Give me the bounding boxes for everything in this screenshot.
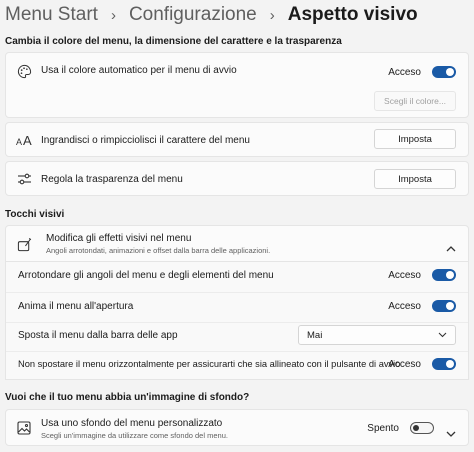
chevron-down-icon — [438, 330, 447, 341]
custom-background-state: Spento — [367, 422, 399, 434]
no-horizontal-state: Acceso — [388, 358, 421, 370]
palette-icon — [16, 63, 32, 79]
font-size-label: Ingrandisci o rimpicciolisci il caratter… — [41, 135, 250, 146]
no-horizontal-toggle-group: Acceso — [388, 358, 456, 370]
section-title-visual: Tocchi visivi — [5, 209, 65, 220]
font-size-icon: AA — [16, 132, 32, 148]
custom-background-sublabel: Scegli un'immagine da utilizzare come sf… — [41, 431, 228, 440]
svg-text:A: A — [16, 137, 22, 147]
image-icon — [16, 420, 32, 436]
round-corners-toggle-group: Acceso — [388, 269, 456, 281]
chevron-down-icon[interactable] — [446, 425, 456, 443]
offset-label: Sposta il menu dalla barra delle app — [18, 330, 178, 341]
font-size-set-button[interactable]: Imposta — [374, 129, 456, 149]
breadcrumb: Menu Start › Configurazione › Aspetto vi… — [5, 2, 418, 28]
paintbrush-icon — [16, 236, 32, 252]
custom-background-card[interactable]: Usa uno sfondo del menu personalizzato S… — [5, 409, 469, 446]
transparency-card: Regola la trasparenza del menu Imposta — [5, 161, 469, 196]
auto-color-toggle[interactable] — [432, 66, 456, 78]
offset-dropdown-value: Mai — [307, 329, 323, 341]
auto-color-state: Acceso — [388, 66, 421, 78]
page-title: Aspetto visivo — [287, 4, 418, 25]
divider — [6, 351, 468, 352]
animate-menu-toggle-group: Acceso — [388, 300, 456, 312]
no-horizontal-label: Non spostare il menu orizzontalmente per… — [18, 359, 401, 369]
breadcrumb-separator: › — [269, 6, 275, 24]
offset-dropdown[interactable]: Mai — [298, 325, 456, 345]
pick-color-button[interactable]: Scegli il colore... — [374, 91, 456, 111]
visual-effects-expander[interactable]: Modifica gli effetti visivi nel menu Ang… — [5, 225, 469, 262]
animate-menu-state: Acceso — [388, 300, 421, 312]
section-title-colors: Cambia il colore del menu, la dimensione… — [5, 36, 342, 47]
auto-color-label: Usa il colore automatico per il menu di … — [41, 65, 237, 76]
visual-effects-label: Modifica gli effetti visivi nel menu — [46, 233, 192, 244]
visual-effects-sublabel: Angoli arrotondati, animazioni e offset … — [46, 246, 271, 255]
no-horizontal-toggle[interactable] — [432, 358, 456, 370]
transparency-set-button[interactable]: Imposta — [374, 169, 456, 189]
animate-menu-label: Anima il menu all'apertura — [18, 301, 134, 312]
font-size-card: AA Ingrandisci o rimpicciolisci il carat… — [5, 122, 469, 157]
round-corners-label: Arrotondare gli angoli del menu e degli … — [18, 270, 274, 281]
custom-background-toggle[interactable] — [410, 422, 434, 434]
animate-menu-toggle[interactable] — [432, 300, 456, 312]
custom-background-toggle-group: Spento — [367, 422, 434, 434]
svg-text:A: A — [23, 133, 32, 147]
breadcrumb-separator: › — [110, 6, 116, 24]
section-title-background: Vuoi che il tuo menu abbia un'immagine d… — [5, 392, 250, 403]
breadcrumb-configuration[interactable]: Configurazione — [129, 4, 257, 26]
chevron-up-icon[interactable] — [446, 239, 456, 257]
breadcrumb-start-menu[interactable]: Menu Start — [5, 4, 98, 26]
round-corners-toggle[interactable] — [432, 269, 456, 281]
auto-color-card: Usa il colore automatico per il menu di … — [5, 52, 469, 118]
round-corners-state: Acceso — [388, 269, 421, 281]
divider — [6, 322, 468, 323]
sliders-icon — [16, 171, 32, 187]
custom-background-label: Usa uno sfondo del menu personalizzato — [41, 418, 223, 429]
visual-effects-options: Arrotondare gli angoli del menu e degli … — [5, 262, 469, 380]
auto-color-toggle-group: Acceso — [388, 66, 456, 78]
divider — [6, 292, 468, 293]
transparency-label: Regola la trasparenza del menu — [41, 174, 183, 185]
